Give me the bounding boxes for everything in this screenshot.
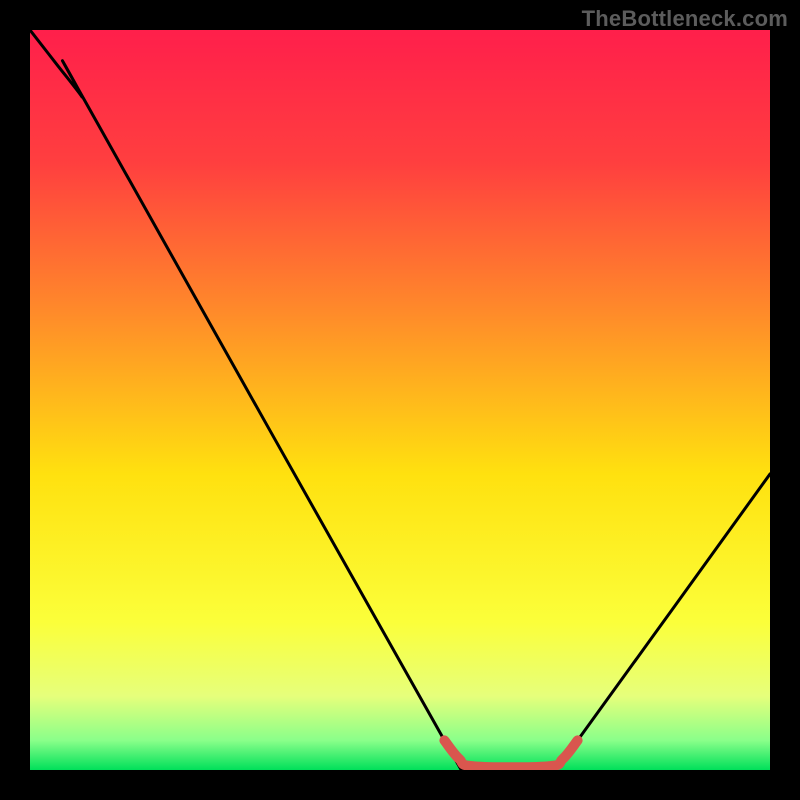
chart-lines: [30, 30, 770, 770]
chart-frame: TheBottleneck.com: [0, 0, 800, 800]
watermark-text: TheBottleneck.com: [582, 6, 788, 32]
highlight-band-path: [444, 740, 577, 767]
plot-area: [30, 30, 770, 770]
bottleneck-curve-path: [30, 30, 770, 770]
